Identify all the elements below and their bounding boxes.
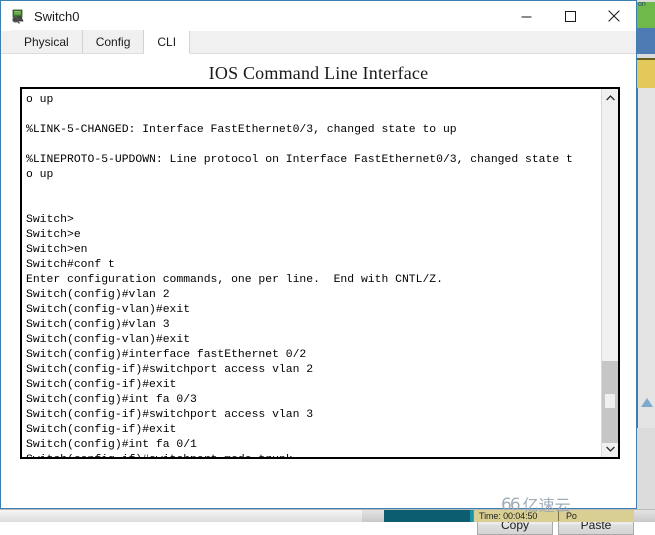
close-icon	[608, 10, 620, 22]
minimize-button[interactable]	[504, 1, 548, 31]
terminal-line: Switch(config-if)#exit	[26, 379, 177, 391]
status-divider	[558, 511, 559, 521]
terminal-scrollbar[interactable]	[601, 89, 618, 457]
terminal-line: o up	[26, 94, 54, 106]
simulation-time-label: Time: 00:04:50	[479, 511, 538, 521]
scroll-up-button[interactable]	[602, 89, 618, 106]
tab-config[interactable]: Config	[82, 30, 145, 53]
window-controls	[504, 1, 636, 31]
terminal-line: %LINEPROTO-5-UPDOWN: Line protocol on In…	[26, 154, 573, 166]
maximize-button[interactable]	[548, 1, 592, 31]
terminal-line: Switch(config)#vlan 2	[26, 289, 170, 301]
terminal-line: Switch#conf t	[26, 259, 115, 271]
background-body-sliver	[636, 88, 655, 428]
terminal-line: Switch>	[26, 214, 74, 226]
tab-cli[interactable]: CLI	[144, 31, 191, 54]
panel-title: IOS Command Line Interface	[208, 63, 429, 83]
background-status-sliver	[636, 58, 655, 90]
terminal-line: Switch(config)#int fa 0/3	[26, 394, 197, 406]
cli-panel: IOS Command Line Interface o up %LINK-5-…	[1, 54, 636, 535]
terminal-line: o up	[26, 169, 54, 181]
terminal-line: Switch(config)#vlan 3	[26, 319, 170, 331]
background-corner-label: on	[638, 1, 646, 8]
title-bar: Switch0	[1, 1, 636, 31]
terminal-line: Switch(config)#interface fastEthernet 0/…	[26, 349, 307, 361]
terminal-output[interactable]: o up %LINK-5-CHANGED: Interface FastEthe…	[22, 89, 601, 457]
scroll-down-button[interactable]	[602, 440, 618, 457]
chevron-down-icon	[605, 446, 615, 452]
window-title: Switch0	[34, 8, 80, 24]
terminal-line: Switch(config-if)#exit	[26, 424, 177, 436]
taskbar: Time: 00:04:50 Po	[0, 509, 655, 522]
maximize-icon	[564, 10, 576, 22]
terminal-line: Enter configuration commands, one per li…	[26, 274, 443, 286]
terminal-line: Switch>e	[26, 229, 81, 241]
minimize-icon	[521, 16, 531, 17]
close-button[interactable]	[592, 1, 636, 31]
background-toolbar-sliver	[636, 2, 655, 54]
terminal-line: Switch(config-if)#switchport access vlan…	[26, 409, 314, 421]
chevron-up-icon	[605, 94, 615, 100]
terminal-line: %LINK-5-CHANGED: Interface FastEthernet0…	[26, 124, 457, 136]
simulation-power-label: Po	[566, 511, 577, 521]
switch-device-icon	[10, 8, 26, 24]
terminal-line: Switch(config)#int fa 0/1	[26, 439, 197, 451]
terminal-line: Switch(config-vlan)#exit	[26, 334, 191, 346]
terminal-line: Switch(config-vlan)#exit	[26, 304, 191, 316]
terminal-line: Switch(config-if)#switchport access vlan…	[26, 364, 314, 376]
terminal-line: Switch(config-if)#switchport mode trunk	[26, 453, 601, 457]
tab-bar: Physical Config CLI	[1, 30, 636, 54]
terminal-container: o up %LINK-5-CHANGED: Interface FastEthe…	[20, 87, 620, 459]
scrollbar-track[interactable]	[602, 106, 618, 443]
background-marker-icon	[641, 398, 653, 407]
simulation-status-bar: Time: 00:04:50 Po	[473, 510, 634, 522]
taskbar-segment-left	[0, 510, 362, 522]
taskbar-accent-block	[384, 510, 484, 522]
scrollbar-thumb[interactable]	[602, 361, 618, 443]
tab-physical[interactable]: Physical	[11, 30, 83, 53]
terminal-line: Switch>en	[26, 244, 88, 256]
switch-device-window: Switch0 Physical Config CLI IOS Command …	[0, 0, 637, 535]
